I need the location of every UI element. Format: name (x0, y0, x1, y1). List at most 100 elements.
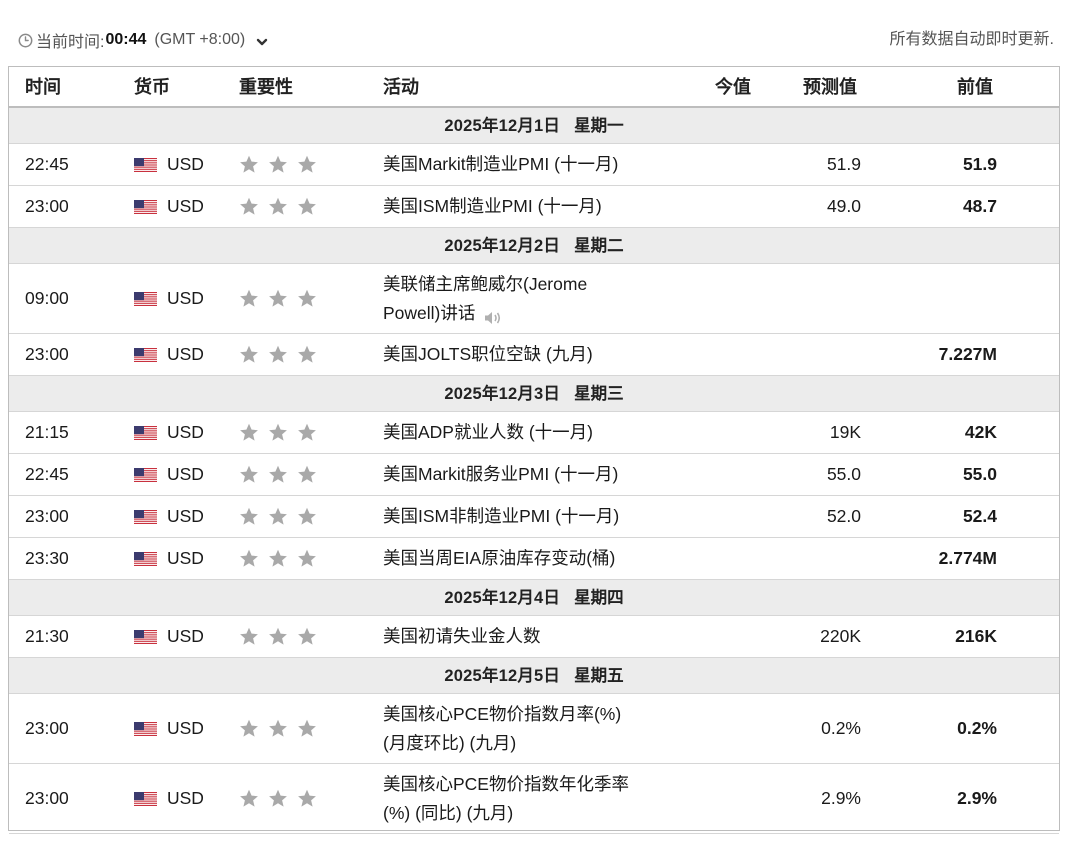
table-row[interactable]: 22:45 USD 美国Markit服务业PMI (十一月) 55.0 55.0 (9, 454, 1059, 496)
star-icon (239, 423, 259, 442)
event-name-text: 美国Markit服务业PMI (十一月) (383, 464, 619, 484)
table-header: 时间 货币 重要性 活动 今值 预测值 前值 (9, 67, 1059, 108)
event-time: 22:45 (25, 154, 69, 174)
importance-stars (239, 412, 326, 453)
event-name-line: 美联储主席鲍威尔(Jerome (383, 273, 588, 294)
event-name[interactable]: 美国JOLTS职位空缺 (九月) (383, 334, 683, 375)
table-row[interactable]: 21:15 USD 美国ADP就业人数 (十一月) 19K 42K (9, 412, 1059, 454)
event-name[interactable]: 美国核心PCE物价指数年化季率 (%) (同比) (九月) (383, 764, 683, 833)
top-bar: 当前时间: 00:44 (GMT +8:00) 所有数据自动即时更新. (0, 0, 1080, 66)
event-name[interactable]: 美国Markit制造业PMI (十一月) (383, 144, 683, 185)
star-icon (268, 423, 288, 442)
us-flag-icon (134, 721, 157, 737)
importance-stars (239, 144, 326, 185)
star-icon (239, 789, 259, 808)
star-icon (268, 197, 288, 216)
star-icon (268, 789, 288, 808)
star-icon (297, 719, 317, 738)
time-value: 00:44 (105, 31, 147, 48)
star-icon (239, 719, 259, 738)
weekday-text: 星期二 (574, 237, 624, 255)
star-icon (297, 155, 317, 174)
event-time: 21:15 (25, 422, 69, 442)
weekday-text: 星期四 (574, 589, 624, 607)
star-icon (268, 549, 288, 568)
event-name[interactable]: 美国Markit服务业PMI (十一月) (383, 454, 683, 495)
event-forecast: 220K (820, 626, 861, 646)
date-text: 2025年12月3日 (444, 385, 561, 403)
column-header-forecast: 预测值 (803, 77, 857, 97)
date-text: 2025年12月2日 (444, 237, 561, 255)
event-name[interactable]: 美国ISM制造业PMI (十一月) (383, 186, 683, 227)
importance-stars (239, 616, 326, 657)
star-icon (239, 465, 259, 484)
currency-code: USD (167, 788, 204, 808)
event-name-text: 美国ISM非制造业PMI (十一月) (383, 506, 620, 526)
currency-code: USD (167, 626, 204, 646)
column-header-time: 时间 (25, 77, 61, 97)
event-name[interactable]: 美国ISM非制造业PMI (十一月) (383, 496, 683, 537)
star-icon (297, 789, 317, 808)
star-icon (239, 155, 259, 174)
table-row[interactable]: 23:00 USD 美国JOLTS职位空缺 (九月) 7.227M (9, 334, 1059, 376)
event-forecast (709, 334, 861, 375)
us-flag-icon (134, 509, 157, 525)
timezone-selector[interactable]: (GMT +8:00) (154, 31, 245, 49)
event-name[interactable]: 美国当周EIA原油库存变动(桶) (383, 538, 683, 579)
table-row[interactable]: 23:00 USD 美国ISM非制造业PMI (十一月) 52.0 52.4 (9, 496, 1059, 538)
event-forecast: 49.0 (826, 196, 861, 216)
event-time: 22:45 (25, 464, 69, 484)
event-previous: 0.2% (957, 718, 997, 738)
star-icon (297, 423, 317, 442)
event-currency: USD (134, 694, 204, 763)
event-previous: 52.4 (962, 506, 997, 526)
event-time: 09:00 (25, 288, 69, 308)
currency-code: USD (167, 196, 204, 216)
currency-code: USD (167, 548, 204, 568)
star-icon (239, 507, 259, 526)
weekday-text: 星期三 (574, 385, 624, 403)
date-text: 2025年12月5日 (444, 667, 561, 685)
star-icon (297, 289, 317, 308)
chevron-down-icon[interactable] (255, 35, 269, 49)
date-row: 2025年12月2日 星期二 (9, 228, 1059, 264)
event-name-line: (月度环比) (九月) (383, 732, 517, 753)
event-name[interactable]: 美国核心PCE物价指数月率(%) (月度环比) (九月) (383, 694, 683, 763)
table-row[interactable]: 23:00 USD 美国核心PCE物价指数年化季率 (%) (同比) (九月) 2.9%… (9, 764, 1059, 834)
event-name[interactable]: 美联储主席鲍威尔(Jerome Powell)讲话 (383, 264, 683, 333)
event-name-text: 美国ADP就业人数 (十一月) (383, 422, 593, 442)
event-name[interactable]: 美国初请失业金人数 (383, 616, 683, 657)
event-currency: USD (134, 412, 204, 453)
event-currency: USD (134, 144, 204, 185)
us-flag-icon (134, 629, 157, 645)
event-previous: 2.774M (938, 548, 997, 568)
currency-code: USD (167, 506, 204, 526)
table-row[interactable]: 09:00 USD 美联储主席鲍威尔(Jerome Powell)讲话 (9, 264, 1059, 334)
column-header-previous: 前值 (957, 77, 993, 97)
date-row: 2025年12月4日 星期四 (9, 580, 1059, 616)
event-currency: USD (134, 538, 204, 579)
event-name[interactable]: 美国ADP就业人数 (十一月) (383, 412, 683, 453)
table-body: 2025年12月1日 星期一 22:45 USD 美国Markit制造业PMI (十一月… (9, 108, 1059, 834)
table-row[interactable]: 22:45 USD 美国Markit制造业PMI (十一月) 51.9 51.9 (9, 144, 1059, 186)
star-icon (239, 289, 259, 308)
event-previous: 216K (955, 626, 997, 646)
event-name-text: 美国初请失业金人数 (383, 626, 541, 646)
table-row[interactable]: 23:00 USD 美国ISM制造业PMI (十一月) 49.0 48.7 (9, 186, 1059, 228)
clock-icon (18, 33, 33, 47)
star-icon (239, 197, 259, 216)
column-header-importance: 重要性 (239, 77, 293, 97)
table-row[interactable]: 21:30 USD 美国初请失业金人数 220K 216K (9, 616, 1059, 658)
auto-update-note: 所有数据自动即时更新. (889, 31, 1054, 48)
table-row[interactable]: 23:00 USD 美国核心PCE物价指数月率(%) (月度环比) (九月) 0.2% 0… (9, 694, 1059, 764)
star-icon (239, 627, 259, 646)
event-name-text: 美国Markit制造业PMI (十一月) (383, 154, 619, 174)
star-icon (297, 465, 317, 484)
event-forecast: 19K (829, 422, 861, 442)
event-previous: 51.9 (962, 154, 997, 174)
us-flag-icon (134, 467, 157, 483)
star-icon (239, 345, 259, 364)
table-row[interactable]: 23:30 USD 美国当周EIA原油库存变动(桶) 2.774M (9, 538, 1059, 580)
date-row: 2025年12月3日 星期三 (9, 376, 1059, 412)
event-name-line: 美国核心PCE物价指数年化季率 (383, 773, 629, 794)
